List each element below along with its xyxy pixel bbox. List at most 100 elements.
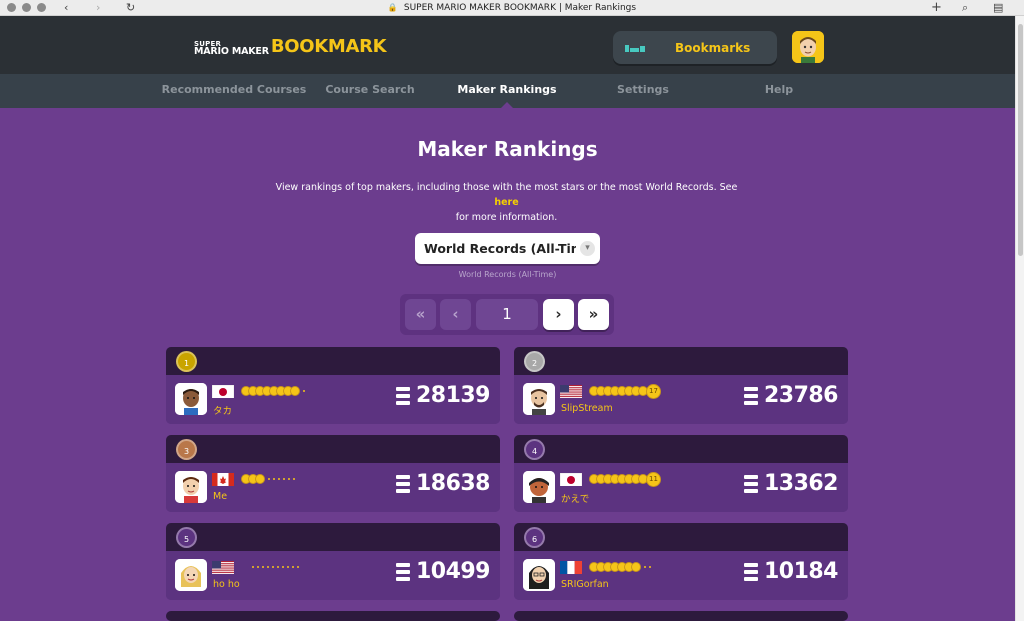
site-logo[interactable]: SUPER MARIO MAKER BOOKMARK: [194, 36, 387, 57]
records-stack-icon: [743, 474, 758, 493]
nav-course-search[interactable]: Course Search: [325, 74, 414, 108]
user-avatar[interactable]: [792, 31, 824, 63]
reload-button[interactable]: ↻: [126, 0, 135, 16]
medal-count-badge: 17: [646, 383, 661, 399]
logo-mario-maker: MARIO MAKER: [194, 46, 269, 57]
logo-bookmark: BOOKMARK: [270, 36, 387, 57]
pagination: « ‹ 1 › »: [400, 294, 614, 335]
maker-name[interactable]: タカ: [213, 403, 232, 417]
user-mii-icon: [792, 31, 824, 63]
medal-row: 17: [589, 383, 661, 399]
select-value: World Records (All-Tim…: [424, 241, 576, 256]
intro-tail: for more information.: [455, 212, 558, 223]
flag-france-icon: [560, 560, 582, 574]
first-page-button[interactable]: «: [405, 299, 436, 330]
records-stack-icon: [395, 562, 410, 581]
rank-badge: 6: [524, 527, 545, 548]
ranking-card[interactable]: 2 17 SlipStream 23786: [514, 347, 848, 424]
rank-badge: 4: [524, 439, 545, 460]
record-count: 23786: [743, 383, 839, 408]
record-count-value: 18638: [415, 471, 491, 496]
next-page-button[interactable]: ›: [543, 299, 574, 330]
maker-name[interactable]: Me: [213, 491, 227, 502]
bookmarks-label: Bookmarks: [675, 40, 751, 55]
minimize-window-button[interactable]: [22, 3, 31, 12]
medal-row: [241, 384, 305, 398]
window-controls: [7, 3, 46, 12]
select-subtitle: World Records (All-Time): [458, 270, 557, 279]
intro-body: View rankings of top makers, including t…: [275, 182, 738, 193]
maker-mii-icon: [523, 559, 555, 591]
back-button[interactable]: ‹: [64, 0, 68, 16]
record-count-value: 10499: [415, 559, 491, 584]
records-stack-icon: [743, 562, 758, 581]
sidebar-icon[interactable]: ▤: [993, 0, 1003, 16]
info-link[interactable]: here: [494, 197, 518, 208]
browser-toolbar: ‹ › ↻ 🔒 SUPER MARIO MAKER BOOKMARK | Make…: [0, 0, 1024, 16]
rank-badge: 1: [176, 351, 197, 372]
ranking-card[interactable]: 4 11 かえで 13362: [514, 435, 848, 512]
intro-text: View rankings of top makers, including t…: [270, 180, 743, 225]
maker-mii-icon: [175, 559, 207, 591]
maker-mii-icon: [175, 471, 207, 503]
flag-canada-icon: [212, 472, 234, 486]
maker-mii-icon: [523, 471, 555, 503]
new-tab-button[interactable]: +: [931, 0, 942, 16]
maker-mii-icon: [175, 383, 207, 415]
ranking-card[interactable]: 3 Me 18638: [166, 435, 500, 512]
rank-badge: 2: [524, 351, 545, 372]
ranking-card[interactable]: 1 タカ 28139: [166, 347, 500, 424]
zoom-icon[interactable]: ⌕: [962, 0, 968, 16]
ranking-card[interactable]: 6 SRIGorfan 10184: [514, 523, 848, 600]
medal-count-badge: 11: [646, 471, 661, 487]
current-page[interactable]: 1: [476, 299, 538, 330]
scrollbar-thumb[interactable]: [1018, 24, 1023, 256]
chevron-down-icon: ▾: [580, 241, 595, 256]
browser-title: 🔒 SUPER MARIO MAKER BOOKMARK | Maker Rank…: [0, 0, 1024, 16]
forward-button[interactable]: ›: [96, 0, 100, 16]
medal-row: [589, 560, 651, 574]
medal-row: [249, 560, 299, 574]
page-tab-title: SUPER MARIO MAKER BOOKMARK | Maker Ranki…: [403, 3, 637, 13]
records-stack-icon: [395, 474, 410, 493]
course-icon: [625, 43, 645, 52]
flag-usa-icon: [212, 560, 234, 574]
record-count: 28139: [395, 383, 491, 408]
record-count: 10184: [743, 559, 839, 584]
record-count-value: 23786: [763, 383, 839, 408]
ranking-card[interactable]: [166, 611, 500, 621]
rank-badge: 5: [176, 527, 197, 548]
ranking-card[interactable]: [514, 611, 848, 621]
lock-icon: 🔒: [387, 3, 398, 12]
close-window-button[interactable]: [7, 3, 16, 12]
bookmarks-button[interactable]: Bookmarks: [613, 31, 777, 64]
flag-japan-icon: [212, 384, 234, 398]
zoom-window-button[interactable]: [37, 3, 46, 12]
medal-row: [241, 472, 295, 486]
record-count-value: 10184: [763, 559, 839, 584]
records-stack-icon: [395, 386, 410, 405]
rank-badge: 3: [176, 439, 197, 460]
nav-help[interactable]: Help: [765, 74, 793, 108]
nav-settings[interactable]: Settings: [617, 74, 669, 108]
active-nav-caret: [501, 102, 513, 108]
ranking-type-select[interactable]: World Records (All-Tim… ▾: [415, 233, 600, 264]
maker-name[interactable]: SlipStream: [561, 403, 613, 414]
record-count-value: 28139: [415, 383, 491, 408]
record-count: 13362: [743, 471, 839, 496]
maker-name[interactable]: ho ho: [213, 579, 240, 590]
ranking-card[interactable]: 5 ho ho 10499: [166, 523, 500, 600]
maker-mii-icon: [523, 383, 555, 415]
flag-usa-icon: [560, 384, 582, 398]
last-page-button[interactable]: »: [578, 299, 609, 330]
page-scrollbar[interactable]: [1015, 16, 1024, 621]
record-count: 10499: [395, 559, 491, 584]
prev-page-button[interactable]: ‹: [440, 299, 471, 330]
records-stack-icon: [743, 386, 758, 405]
record-count: 18638: [395, 471, 491, 496]
maker-name[interactable]: SRIGorfan: [561, 579, 609, 590]
record-count-value: 13362: [763, 471, 839, 496]
maker-name[interactable]: かえで: [561, 491, 589, 505]
nav-recommended-courses[interactable]: Recommended Courses: [162, 74, 307, 108]
flag-japan-icon: [560, 472, 582, 486]
